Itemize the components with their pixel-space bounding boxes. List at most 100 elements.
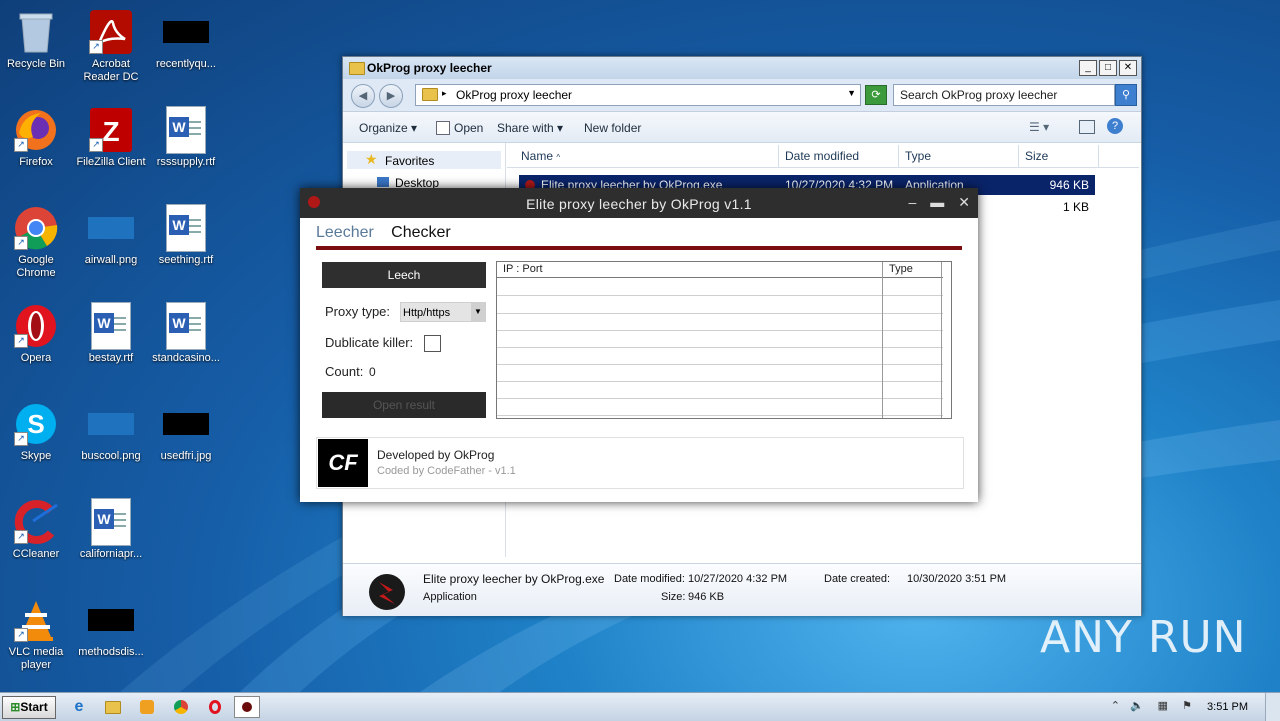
maximize-icon[interactable]: ▬ (930, 194, 944, 211)
view-options-icon[interactable]: ☰ ▾ (1029, 120, 1049, 134)
show-desktop-button[interactable] (1265, 693, 1280, 721)
taskbar-opera-icon[interactable] (202, 696, 228, 718)
minimize-icon[interactable]: – (908, 194, 916, 211)
desktop-icon-firefox[interactable]: ↗ Firefox (0, 106, 74, 169)
desktop-icon-usedfri[interactable]: usedfri.jpg (148, 400, 224, 463)
column-date-modified[interactable]: Date modified (779, 145, 899, 167)
column-size[interactable]: Size (1019, 145, 1099, 167)
column-name[interactable]: Name ^ (515, 145, 779, 167)
file-size: 946 KB (1049, 178, 1089, 192)
leech-button[interactable]: Leech (322, 262, 486, 288)
flag-icon[interactable]: ⚑ (1182, 699, 1192, 712)
open-file-icon (436, 121, 450, 135)
desktop-icon-airwall[interactable]: airwall.png (73, 204, 149, 267)
desktop-icon-label: Firefox (19, 156, 53, 168)
folder-icon (349, 62, 365, 75)
minimize-button[interactable]: _ (1079, 60, 1097, 76)
desktop-icon-bestay[interactable]: W bestay.rtf (73, 302, 149, 365)
grid-column-type[interactable]: Type (883, 262, 941, 277)
explorer-title: OkProg proxy leecher (367, 61, 492, 75)
desktop-icon-rsssupply[interactable]: W rsssupply.rtf (148, 106, 224, 169)
folder-icon (422, 88, 438, 101)
taskbar-chrome-icon[interactable] (168, 696, 194, 718)
address-field[interactable]: ▸ OkProg proxy leecher ▼ (415, 84, 861, 106)
desktop-icon-google-chrome[interactable]: ↗ Google Chrome (0, 204, 74, 280)
desktop-icon-label: Opera (20, 352, 52, 364)
desktop-icon-californiapr[interactable]: W californiapr... (73, 498, 149, 561)
preview-pane-icon[interactable] (1079, 120, 1095, 134)
app-titlebar[interactable]: Elite proxy leecher by OkProg v1.1 – ▬ ✕ (300, 188, 978, 218)
back-button[interactable]: ◀ (351, 84, 375, 108)
desktop-icon-methodsdis[interactable]: methodsdis... (73, 596, 149, 659)
grid-row (497, 296, 943, 314)
desktop-icon-acrobat[interactable]: ↗ Acrobat Reader DC (73, 8, 149, 84)
desktop-icon-skype[interactable]: S ↗ Skype (0, 400, 74, 463)
dublicate-killer-label: Dublicate killer: (325, 335, 414, 350)
close-button[interactable]: ✕ (1119, 60, 1137, 76)
breadcrumb-arrow-icon: ▸ (442, 88, 447, 98)
desktop-icon-standcasino[interactable]: W standcasino... (148, 302, 224, 365)
desktop-icon-buscool[interactable]: buscool.png (73, 400, 149, 463)
explorer-titlebar[interactable]: OkProg proxy leecher _ □ ✕ (343, 57, 1141, 79)
proxy-type-select[interactable]: Http/https ▼ (400, 302, 486, 322)
word-document-icon: W (166, 204, 206, 252)
dublicate-killer-checkbox[interactable] (424, 335, 441, 352)
clock[interactable]: 3:51 PM (1207, 701, 1248, 713)
address-dropdown-icon[interactable]: ▼ (847, 88, 856, 98)
close-icon[interactable]: ✕ (958, 194, 970, 211)
shortcut-arrow-icon: ↗ (14, 334, 28, 348)
desktop-nav-icon (377, 177, 389, 187)
desktop-icon-vlc[interactable]: ↗ VLC media player (0, 596, 74, 672)
help-icon[interactable]: ? (1107, 118, 1123, 134)
search-placeholder: Search OkProg proxy leecher (900, 88, 1058, 102)
star-icon: ★ (365, 151, 378, 167)
grid-column-ip-port[interactable]: IP : Port (497, 262, 882, 277)
taskbar-proxy-leecher-icon[interactable] (234, 696, 260, 718)
desktop-icon-ccleaner[interactable]: ↗ CCleaner (0, 498, 74, 561)
details-size-label: Size: (661, 591, 686, 603)
share-with-button[interactable]: Share with ▾ (497, 121, 563, 135)
shortcut-arrow-icon: ↗ (14, 628, 28, 642)
file-thumbnail-icon (88, 609, 134, 631)
svg-text:Z: Z (102, 116, 119, 147)
start-label: Start (20, 700, 48, 714)
details-date-modified: 10/27/2020 4:32 PM (688, 573, 788, 585)
count-label: Count: (325, 364, 364, 379)
new-folder-button[interactable]: New folder (584, 121, 641, 135)
desktop-icon-seething[interactable]: W seething.rtf (148, 204, 224, 267)
tray-expand-icon[interactable]: ⌃ (1111, 699, 1120, 712)
favorites-header[interactable]: ★ Favorites (347, 151, 501, 169)
open-result-button[interactable]: Open result (322, 392, 486, 418)
dropdown-arrow-icon[interactable]: ▼ (471, 303, 485, 321)
desktop-icon-recentlyqu[interactable]: recentlyqu... (148, 8, 224, 71)
grid-row (497, 278, 943, 296)
desktop-icon-filezilla[interactable]: Z ↗ FileZilla Client (73, 106, 149, 169)
volume-icon[interactable]: 🔈 (1130, 699, 1144, 712)
search-input[interactable]: Search OkProg proxy leecher (893, 84, 1115, 106)
network-icon[interactable]: ▦ (1158, 699, 1168, 712)
file-size: 1 KB (1062, 200, 1089, 214)
taskbar-explorer-icon[interactable] (100, 696, 126, 718)
tab-checker[interactable]: Checker (391, 224, 451, 242)
taskbar: ⊞Start e ⌃ 🔈 ▦ ⚑ 3:51 PM (0, 692, 1280, 721)
search-icon[interactable]: ⚲ (1115, 84, 1137, 106)
desktop-icon-label: Acrobat Reader DC (83, 58, 139, 83)
forward-button[interactable]: ▶ (379, 84, 403, 108)
desktop-icon-recycle-bin[interactable]: Recycle Bin (0, 8, 74, 71)
open-button[interactable]: Open (454, 121, 483, 135)
organize-button[interactable]: Organize ▾ (359, 121, 417, 135)
maximize-button[interactable]: □ (1099, 60, 1117, 76)
taskbar-media-player-icon[interactable] (134, 696, 160, 718)
column-type[interactable]: Type (899, 145, 1019, 167)
start-button[interactable]: ⊞Start (2, 696, 56, 719)
taskbar-ie-icon[interactable]: e (66, 696, 92, 718)
proxy-leecher-window[interactable]: Elite proxy leecher by OkProg v1.1 – ▬ ✕… (300, 188, 978, 502)
tab-leecher[interactable]: Leecher (316, 224, 374, 242)
address-bar-area: ◀ ▶ ▸ OkProg proxy leecher ▼ ⟳ Search Ok… (343, 79, 1141, 112)
app-footer: CF Developed by OkProg Coded by CodeFath… (316, 437, 964, 489)
grid-row (497, 398, 943, 416)
proxy-results-grid[interactable]: IP : Port Type (496, 261, 952, 419)
desktop-icon-opera[interactable]: ↗ Opera (0, 302, 74, 365)
desktop-icon-label: californiapr... (79, 548, 143, 560)
refresh-button[interactable]: ⟳ (865, 85, 887, 105)
